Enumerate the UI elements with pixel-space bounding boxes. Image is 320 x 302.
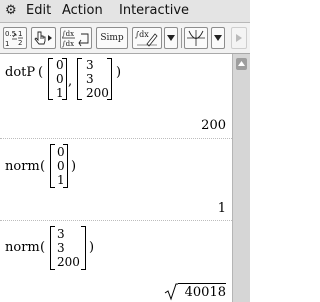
gear-icon[interactable]: ⚙ — [5, 3, 17, 19]
vertical-scrollbar[interactable] — [232, 54, 250, 302]
graph-icon — [187, 30, 205, 46]
chevron-up-icon — [238, 61, 245, 66]
graph-button[interactable] — [184, 27, 208, 49]
dx-pen-icon: ∫dx — [135, 30, 158, 47]
matrix-right-bracket — [81, 226, 86, 270]
svg-text:2: 2 — [18, 39, 22, 47]
matrix-left-bracket — [77, 58, 82, 100]
simp-button[interactable]: Simp — [96, 27, 128, 49]
svg-text:∫dx: ∫dx — [62, 30, 74, 38]
sqrt-overline — [178, 283, 226, 284]
menu-edit[interactable]: Edit — [26, 3, 51, 19]
close-paren: ) — [71, 159, 77, 174]
svg-text:1: 1 — [5, 40, 9, 48]
main-workspace[interactable]: dotP ( 0 0 1 , 3 3 200 ) 200 norm ( 0 0 … — [0, 54, 232, 302]
fraction-decimal-toggle-icon: 0.5 1 1 2 — [5, 30, 23, 48]
result-value: 200 — [201, 118, 226, 133]
simp-label: Simp — [100, 33, 124, 43]
result-value: 40018 — [184, 285, 226, 300]
dropdown-button-2[interactable] — [211, 27, 225, 49]
matrix-entry: 200 — [57, 255, 80, 269]
matrix-entry: 3 — [57, 227, 65, 241]
function-name: norm — [5, 240, 40, 255]
integral-evaluate-button[interactable]: ∫dx ∫dx — [60, 27, 92, 49]
matrix-right-bracket — [62, 58, 67, 100]
matrix-left-bracket — [50, 226, 55, 270]
comma: , — [68, 74, 73, 89]
matrix-left-bracket — [48, 58, 53, 100]
integral-evaluate-icon: ∫dx ∫dx — [62, 30, 89, 48]
dx-pen-button[interactable]: ∫dx — [132, 27, 162, 49]
matrix-left-bracket — [50, 144, 55, 188]
open-paren: ( — [38, 65, 44, 80]
drag-button[interactable] — [31, 27, 56, 49]
svg-text:∫dx: ∫dx — [135, 30, 149, 39]
svg-text:1: 1 — [18, 30, 22, 38]
menu-action[interactable]: Action — [62, 3, 103, 19]
result-value: 1 — [217, 201, 226, 216]
hand-drag-icon — [33, 31, 52, 45]
dropdown-button-1[interactable] — [164, 27, 178, 49]
menu-bar: ⚙ Edit Action Interactive — [0, 0, 250, 23]
fraction-decimal-toggle-button[interactable]: 0.5 1 1 2 — [3, 27, 27, 49]
toolbar-divider — [181, 28, 182, 48]
svg-text:∫dx: ∫dx — [62, 40, 74, 48]
function-name: norm — [5, 159, 40, 174]
close-paren: ) — [116, 65, 122, 80]
toolbar-scroll-right-button[interactable] — [231, 27, 247, 49]
scroll-up-button[interactable] — [236, 58, 247, 70]
scroll-right-icon — [236, 34, 242, 42]
open-paren: ( — [40, 159, 46, 174]
matrix-entry: 3 — [86, 72, 94, 86]
chevron-down-icon — [167, 35, 175, 41]
sqrt-radical-icon — [164, 283, 178, 301]
toolbar: 0.5 1 1 2 ∫dx ∫dx Simp ∫dx — [0, 23, 250, 54]
close-paren: ) — [89, 240, 95, 255]
open-paren: ( — [40, 240, 46, 255]
chevron-down-icon — [214, 35, 222, 41]
matrix-entry: 200 — [86, 86, 109, 100]
menu-interactive[interactable]: Interactive — [119, 3, 189, 19]
matrix-right-bracket — [107, 58, 112, 100]
matrix-entry: 3 — [86, 58, 94, 72]
entry-divider — [0, 220, 232, 221]
matrix-right-bracket — [63, 144, 68, 188]
matrix-entry: 3 — [57, 241, 65, 255]
function-name: dotP — [5, 65, 36, 80]
entry-divider — [0, 138, 232, 139]
